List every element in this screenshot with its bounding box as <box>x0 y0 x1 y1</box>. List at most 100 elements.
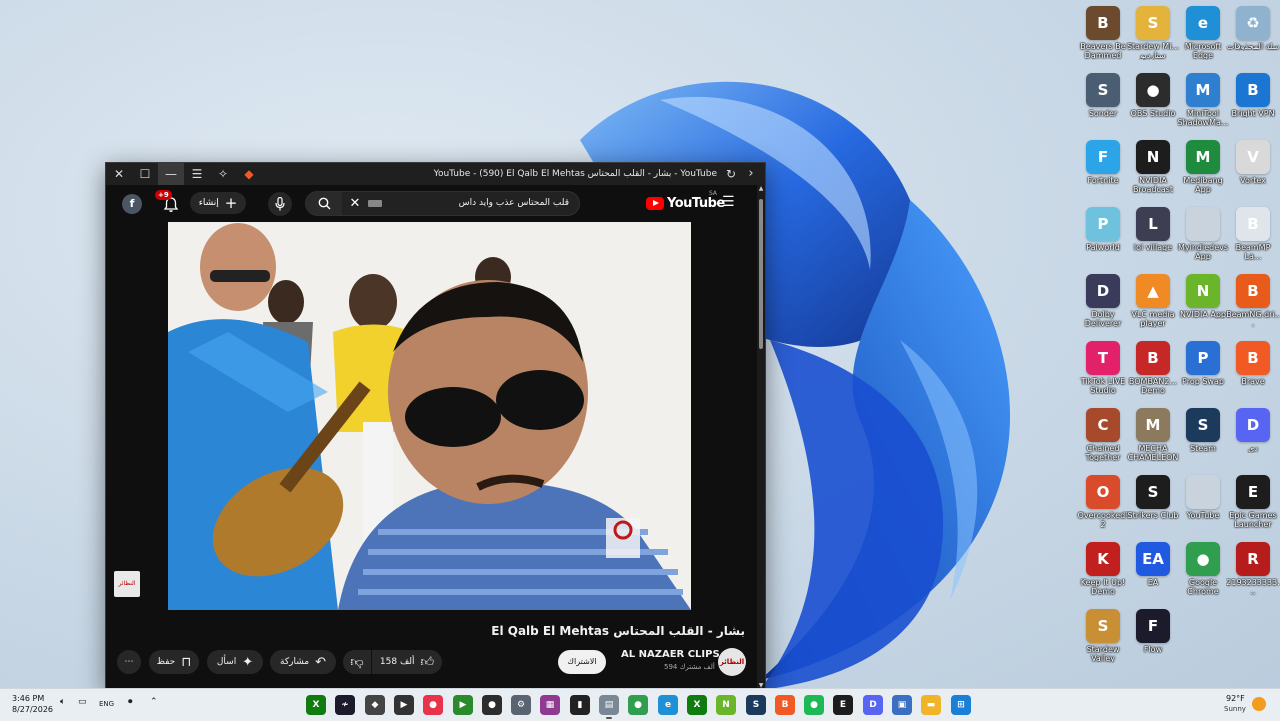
taskbar-unity-icon[interactable]: ◆ <box>365 695 385 715</box>
desktop-icon[interactable]: P Prop Swap <box>1176 341 1230 386</box>
desktop-icon[interactable]: D Dolby Deliverer <box>1076 274 1130 328</box>
taskbar-nvidia-broadcast-icon[interactable]: ▶ <box>453 695 473 715</box>
clock[interactable]: 3:46 PM 8/27/2026 <box>12 693 53 715</box>
channel-name[interactable]: AL NAZAER CLIPS <box>621 649 720 660</box>
close-icon[interactable]: ✕ <box>106 163 132 185</box>
desktop-icon[interactable]: EA EA <box>1126 542 1180 587</box>
desktop-icon[interactable]: S Stardew Valley <box>1076 609 1130 663</box>
desktop-icon[interactable]: M MECHA CHAMELEON <box>1126 408 1180 462</box>
desktop-icon[interactable]: S Steam <box>1176 408 1230 453</box>
desktop-icon[interactable]: S Stardew Mi... ستارديو <box>1126 6 1180 60</box>
channel-avatar[interactable]: النظائر <box>718 648 746 676</box>
taskbar-flow-icon[interactable]: ≁ <box>335 695 355 715</box>
avatar[interactable]: f <box>122 194 142 214</box>
network-icon[interactable]: ▭ <box>78 697 87 707</box>
desktop-icon[interactable]: ♻ سلة المحذوفات <box>1226 6 1280 51</box>
desktop-icon[interactable]: S Sonder <box>1076 73 1130 118</box>
taskbar-discord-icon[interactable]: D <box>863 695 883 715</box>
taskbar-notepad-icon[interactable]: ▤ <box>599 695 619 719</box>
desktop-icon[interactable]: D دي <box>1226 408 1280 453</box>
channel-watermark-icon[interactable]: النظائر <box>114 571 140 597</box>
desktop-icon[interactable]: B BOMBAN2... Demo <box>1126 341 1180 395</box>
desktop-icon[interactable]: N NVIDIA Broadcast <box>1126 140 1180 194</box>
maximize-icon[interactable]: ☐ <box>132 163 158 185</box>
taskbar-phone-icon[interactable]: ▮ <box>570 695 590 715</box>
taskbar-xbox-icon[interactable]: X <box>306 695 326 715</box>
search-icon[interactable] <box>306 192 342 215</box>
ask-button[interactable]: اسأل ✦ <box>207 650 263 674</box>
taskbar-epic-icon[interactable]: E <box>833 695 853 715</box>
desktop-icon[interactable]: ▲ VLC media player <box>1126 274 1180 328</box>
taskbar-windows-icon[interactable]: ⊞ <box>951 695 971 715</box>
desktop-icon[interactable]: M Medibang App <box>1176 140 1230 194</box>
desktop-icon[interactable]: Myindiedevs App <box>1176 207 1230 261</box>
scrollbar[interactable]: ▲ ▼ <box>757 185 765 689</box>
keyboard-icon[interactable] <box>368 200 382 207</box>
taskbar-nvidia-icon[interactable]: N <box>716 695 736 715</box>
desktop-icon[interactable]: B BeamMP La... <box>1226 207 1280 261</box>
clear-search-icon[interactable]: ✕ <box>348 192 362 215</box>
desktop-icon[interactable]: YouTube <box>1176 475 1230 520</box>
taskbar-settings-icon[interactable]: ⚙ <box>511 695 531 715</box>
share-button[interactable]: مشاركة ↶ <box>270 650 336 674</box>
desktop-icon[interactable]: N NVIDIA App <box>1176 274 1230 319</box>
chevron-up-icon[interactable]: ⌃ <box>150 697 158 707</box>
desktop-icon[interactable]: M MiniTool ShadowMa... <box>1176 73 1230 127</box>
scroll-thumb[interactable] <box>759 199 763 349</box>
hamburger-menu-icon[interactable]: ☰ <box>722 194 735 210</box>
microphone-tray-icon[interactable]: ⏺︎ <box>128 697 133 707</box>
language-indicator[interactable]: ENG <box>99 700 114 708</box>
desktop-icon[interactable]: E Epic Games Launcher <box>1226 475 1280 529</box>
menu-icon[interactable]: ☰ <box>184 163 210 185</box>
dislike-button[interactable]: 👎︎ <box>343 650 371 674</box>
chevron-right-icon[interactable]: › <box>743 163 759 185</box>
brave-lion-icon[interactable]: ◆ <box>236 163 262 185</box>
reload-icon[interactable]: ↻ <box>723 163 739 185</box>
desktop-icon[interactable]: e Microsoft Edge <box>1176 6 1230 60</box>
video-player[interactable]: النظائر <box>106 221 757 612</box>
desktop-icon[interactable]: K Keep It Up! Demo <box>1076 542 1130 596</box>
desktop-icon[interactable]: B Brave <box>1226 341 1280 386</box>
microphone-icon[interactable] <box>268 192 292 216</box>
desktop-icon[interactable]: V Vortex <box>1226 140 1280 185</box>
scroll-up-icon[interactable]: ▲ <box>757 185 765 192</box>
desktop-icon[interactable]: B Bright VPN <box>1226 73 1280 118</box>
taskbar-edge-icon[interactable]: e <box>658 695 678 715</box>
more-actions-button[interactable]: ⋯ <box>117 650 141 674</box>
minimize-icon[interactable]: — <box>158 163 184 185</box>
create-button[interactable]: إنشاء + <box>190 192 246 214</box>
desktop-icon[interactable]: S Strikers Club <box>1126 475 1180 520</box>
desktop-icon[interactable]: ● OBS Studio <box>1126 73 1180 118</box>
desktop-icon[interactable]: C Chained Together <box>1076 408 1130 462</box>
desktop-icon[interactable]: O Overcooked! 2 <box>1076 475 1130 529</box>
taskbar-xbox-app-icon[interactable]: X <box>687 695 707 715</box>
desktop-icon[interactable]: B BeamNG.dri... <box>1226 274 1280 328</box>
taskbar-winrar-icon[interactable]: ▦ <box>540 695 560 715</box>
desktop-icon[interactable]: B Beavers Be Dammed <box>1076 6 1130 60</box>
puzzle-icon[interactable]: ✧ <box>210 163 236 185</box>
taskbar-explorer-icon[interactable]: ▬ <box>921 695 941 715</box>
taskbar-obs-icon[interactable]: ● <box>482 695 502 715</box>
taskbar-brave-icon[interactable]: B <box>775 695 795 715</box>
taskbar-steam-icon[interactable]: S <box>746 695 766 715</box>
taskbar-spotify-icon[interactable]: ● <box>804 695 824 715</box>
taskbar-chrome-icon[interactable]: ● <box>628 695 648 715</box>
desktop-icon[interactable]: ● Google Chrome <box>1176 542 1230 596</box>
desktop-icon[interactable]: F Flow <box>1126 609 1180 654</box>
taskbar-store-icon[interactable]: ▣ <box>892 695 912 715</box>
weather-condition: Sunny <box>1224 705 1246 713</box>
search-input[interactable]: قلب المحتاس عذب وايد داس <box>459 192 569 215</box>
desktop-icon[interactable]: Llol village <box>1126 207 1180 252</box>
taskbar-color-app-icon[interactable]: ● <box>423 695 443 715</box>
like-button[interactable]: 158 ألف 👍︎ <box>372 650 442 674</box>
save-button[interactable]: حفظ ⊓ <box>149 650 199 674</box>
desktop-icon[interactable]: F Fortnite <box>1076 140 1130 185</box>
video-frame[interactable] <box>168 222 691 610</box>
sun-icon[interactable] <box>1252 697 1266 711</box>
desktop-icon[interactable]: R 2193233333... <box>1226 542 1280 596</box>
desktop-icon[interactable]: P Palworld <box>1076 207 1130 252</box>
taskbar-media-player-icon[interactable]: ▶ <box>394 695 414 715</box>
desktop-icon[interactable]: T TikTok LIVE Studio <box>1076 341 1130 395</box>
subscribe-button[interactable]: الاشتراك <box>558 650 606 674</box>
volume-icon[interactable]: 🔈︎ <box>60 697 65 707</box>
